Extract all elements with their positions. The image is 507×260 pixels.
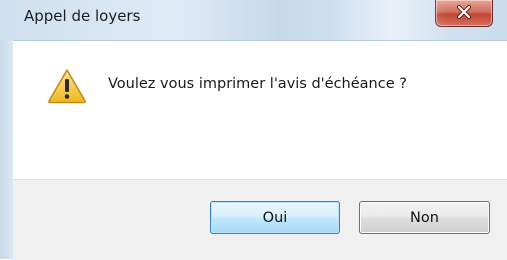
yes-button[interactable]: Oui — [210, 201, 340, 234]
no-button[interactable]: Non — [359, 201, 490, 234]
dialog-message: Voulez vous imprimer l'avis d'échéance ? — [108, 76, 407, 92]
button-bar: Oui Non — [13, 179, 507, 260]
warning-icon — [48, 69, 86, 104]
close-button[interactable] — [435, 0, 493, 27]
window-title: Appel de loyers — [24, 7, 141, 25]
window-frame-left — [0, 40, 13, 259]
title-bar[interactable]: Appel de loyers — [0, 0, 507, 41]
close-icon — [457, 5, 471, 19]
dialog-window: Appel de loyers Voulez vous imprimer l'a… — [0, 0, 507, 260]
dialog-content — [13, 41, 507, 179]
